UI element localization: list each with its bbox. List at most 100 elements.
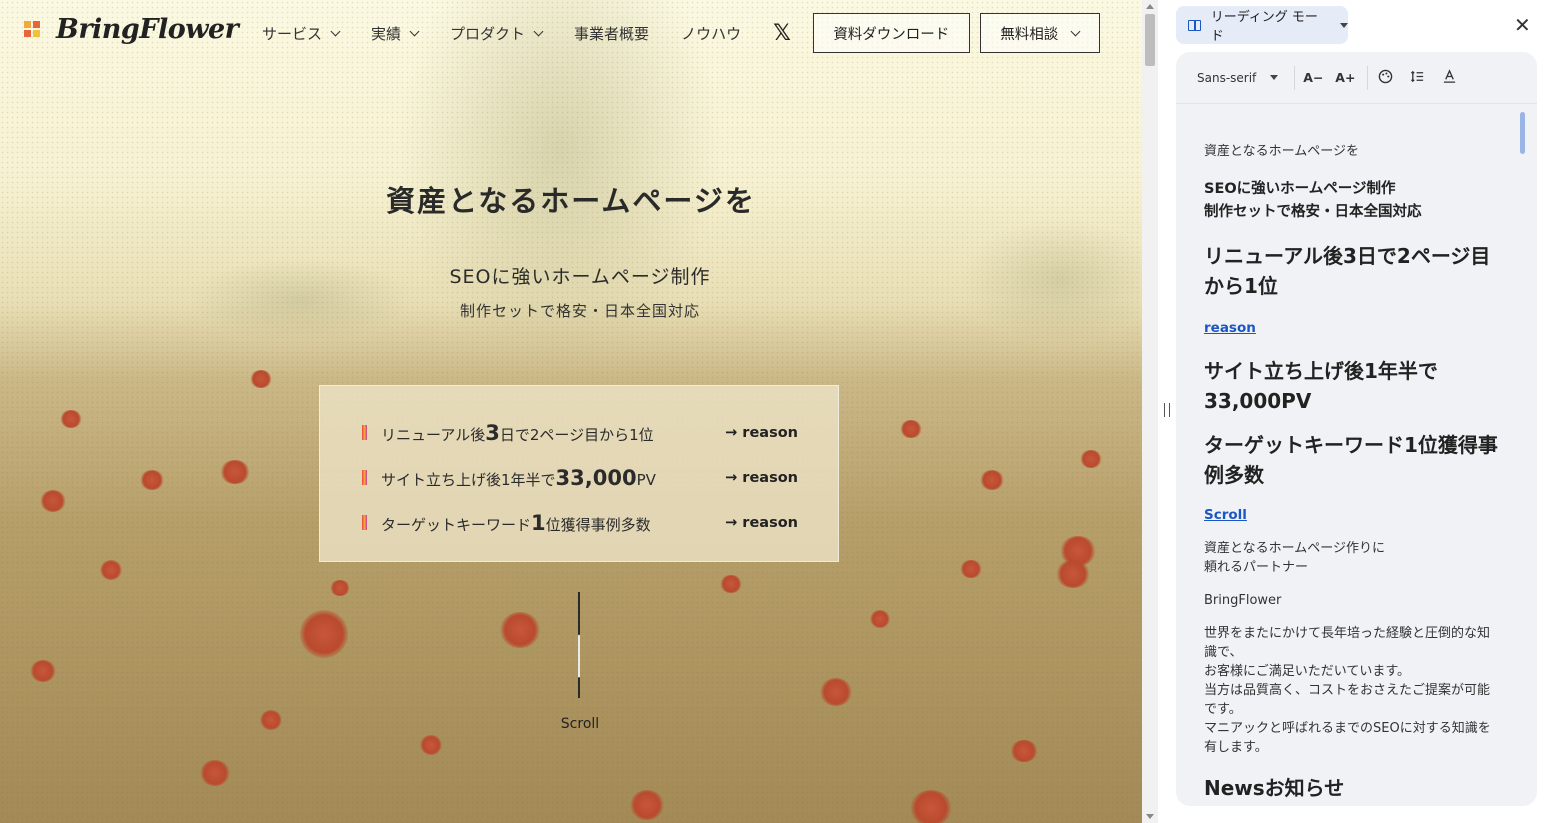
poppy-flower bbox=[30, 660, 56, 682]
reader-link-scroll[interactable]: Scroll bbox=[1204, 506, 1504, 525]
poppy-flower bbox=[140, 470, 164, 490]
nav-item-knowhow[interactable]: ノウハウ bbox=[681, 23, 741, 44]
reader-paragraph: 当方は品質高く、コストをおさえたご提案が可能 bbox=[1204, 683, 1491, 698]
reason-row: リニューアル後3日で2ページ目から1位 → reason bbox=[362, 410, 798, 455]
nav-item-label: サービス bbox=[262, 24, 323, 43]
dropdown-arrow-icon bbox=[1270, 75, 1279, 80]
reader-paragraph: 世界をまたにかけて長年培った経験と圧倒的な知 bbox=[1204, 626, 1491, 641]
reason-row: サイト立ち上げ後1年半で33,000PV → reason bbox=[362, 455, 798, 500]
poppy-flower bbox=[720, 575, 742, 593]
nav-item-label: 事業者概要 bbox=[574, 24, 650, 43]
reader-heading: 33,000PV bbox=[1204, 389, 1312, 413]
website-viewport: BringFlower サービス 実績 プロダクト 事業者概要 ノウハウ 𝕏 資… bbox=[0, 0, 1142, 823]
reason-text: リニューアル後3日で2ページ目から1位 bbox=[381, 421, 725, 445]
poppy-flower bbox=[40, 490, 66, 512]
reader-paragraph: お客様にご満足いただいています。 bbox=[1204, 664, 1411, 679]
free-consultation-button[interactable]: 無料相談 bbox=[979, 13, 1100, 53]
scrollbar-thumb[interactable] bbox=[1145, 14, 1155, 66]
page-scrollbar[interactable] bbox=[1142, 0, 1158, 823]
poppy-flower bbox=[820, 678, 852, 706]
reason-text-post: 位獲得事例多数 bbox=[545, 515, 651, 534]
reader-link-reason[interactable]: reason bbox=[1204, 319, 1504, 338]
reader-paragraph: です。 bbox=[1204, 702, 1242, 717]
reason-text-pre: サイト立ち上げ後1年半で bbox=[381, 470, 556, 489]
chevron-down-icon bbox=[1070, 26, 1081, 36]
reason-row: ターゲットキーワード1位獲得事例多数 → reason bbox=[362, 500, 798, 545]
chevron-down-icon bbox=[409, 26, 420, 36]
poppy-flower bbox=[630, 790, 664, 820]
reader-paragraph: 有します。 bbox=[1204, 740, 1268, 755]
gradient-bar-icon bbox=[362, 515, 367, 530]
reader-paragraph: BringFlower bbox=[1204, 593, 1282, 608]
reading-mode-dropdown[interactable]: リーディング モード bbox=[1176, 6, 1348, 44]
poppy-flower bbox=[60, 410, 82, 428]
logo-text: BringFlower bbox=[56, 14, 239, 45]
free-consultation-label: 無料相談 bbox=[1000, 26, 1059, 43]
reason-text-pre: リニューアル後 bbox=[381, 425, 486, 444]
x-social-icon[interactable]: 𝕏 bbox=[773, 21, 791, 46]
reader-scrollbar-thumb[interactable] bbox=[1520, 112, 1525, 154]
chevron-down-icon bbox=[330, 26, 341, 36]
reader-heading: リニューアル後3日で2ページ目 bbox=[1204, 244, 1491, 268]
poppy-flower bbox=[870, 610, 890, 628]
reader-heading: 制作セットで格安・日本全国対応 bbox=[1204, 204, 1422, 220]
site-logo[interactable]: BringFlower bbox=[24, 14, 239, 45]
poppy-flower bbox=[100, 560, 122, 580]
line-spacing-icon[interactable] bbox=[1408, 69, 1426, 87]
poppy-flower bbox=[1010, 740, 1038, 762]
reader-paragraph: マニアックと呼ばれるまでのSEOに対する知識を bbox=[1204, 721, 1491, 736]
side-panel-resizer[interactable] bbox=[1158, 0, 1176, 823]
nav-item-company[interactable]: 事業者概要 bbox=[574, 23, 649, 44]
reason-number: 1 bbox=[531, 510, 546, 535]
download-materials-button[interactable]: 資料ダウンロード bbox=[812, 13, 970, 53]
poppy-flower bbox=[200, 760, 230, 786]
reader-content-card: Sans-serif A− A+ 資産となるホームページを SEOに強いホームペ… bbox=[1176, 52, 1537, 806]
font-size-decrease-button[interactable]: A− bbox=[1303, 70, 1323, 85]
poppy-flower bbox=[330, 580, 350, 596]
hero-title: 資産となるホームページを bbox=[386, 184, 756, 218]
download-materials-label: 資料ダウンロード bbox=[833, 26, 950, 43]
font-select[interactable]: Sans-serif bbox=[1197, 70, 1279, 85]
scroll-up-arrow-icon[interactable] bbox=[1146, 4, 1154, 9]
reason-link[interactable]: → reason bbox=[725, 515, 798, 531]
reason-text: ターゲットキーワード1位獲得事例多数 bbox=[381, 511, 725, 535]
font-select-value: Sans-serif bbox=[1197, 70, 1257, 85]
logo-mark-icon bbox=[24, 20, 42, 39]
reader-paragraph: 頼れるパートナー bbox=[1204, 560, 1309, 575]
reason-text-pre: ターゲットキーワード bbox=[381, 515, 532, 534]
reader-heading: 例多数 bbox=[1204, 463, 1264, 487]
scroll-indicator-line bbox=[578, 592, 580, 698]
poppy-flower bbox=[1056, 560, 1090, 588]
nav-item-products[interactable]: プロダクト bbox=[450, 23, 544, 44]
poppy-flower bbox=[260, 710, 282, 730]
book-icon bbox=[1188, 19, 1201, 31]
reason-link[interactable]: → reason bbox=[725, 425, 798, 441]
font-size-increase-button[interactable]: A+ bbox=[1335, 70, 1355, 85]
nav-item-services[interactable]: サービス bbox=[262, 23, 341, 44]
nav-item-label: プロダクト bbox=[450, 24, 526, 43]
chevron-down-icon bbox=[533, 26, 544, 36]
nav-item-results[interactable]: 実績 bbox=[371, 23, 420, 44]
poppy-flower bbox=[1080, 450, 1102, 468]
reason-text-post: PV bbox=[636, 470, 656, 489]
poppy-flower bbox=[420, 735, 442, 755]
reader-heading-news: Newsお知らせ bbox=[1204, 776, 1345, 800]
poppy-flower bbox=[300, 610, 348, 658]
reason-link[interactable]: → reason bbox=[725, 470, 798, 486]
reason-text-post: 日で2ページ目から1位 bbox=[499, 425, 654, 444]
drag-handle-icon[interactable] bbox=[1164, 403, 1170, 417]
poppy-flower bbox=[910, 790, 952, 823]
poppy-flower bbox=[250, 370, 272, 388]
palette-icon[interactable] bbox=[1376, 69, 1394, 87]
reader-paragraph: 資産となるホームページを bbox=[1204, 144, 1359, 159]
scroll-label[interactable]: Scroll bbox=[540, 716, 620, 732]
reader-heading: サイト立ち上げ後1年半で bbox=[1204, 359, 1438, 383]
reading-mode-label: リーディング モード bbox=[1210, 10, 1318, 44]
poppy-flower bbox=[900, 420, 922, 438]
close-icon[interactable]: ✕ bbox=[1514, 13, 1531, 37]
reader-paragraph: 識で、 bbox=[1204, 645, 1243, 660]
reasons-box: リニューアル後3日で2ページ目から1位 → reason サイト立ち上げ後1年半… bbox=[319, 385, 839, 562]
text-style-icon[interactable] bbox=[1440, 68, 1458, 87]
poppy-flower bbox=[980, 470, 1004, 490]
scroll-down-arrow-icon[interactable] bbox=[1146, 814, 1154, 819]
